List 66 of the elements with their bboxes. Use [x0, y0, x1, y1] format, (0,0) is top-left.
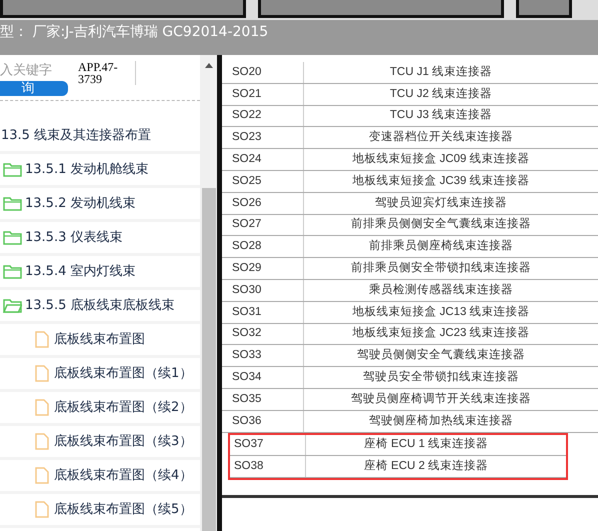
- search-value: APP.47-3739: [78, 61, 136, 85]
- table-cell-text: 前排乘员侧安全带锁扣线束连接器: [350, 260, 532, 276]
- table-cell-text: 乘员检测传感器线束连接器: [368, 282, 514, 298]
- table-cell-text: 驾驶员侧侧安全气囊线束连接器: [356, 348, 526, 364]
- table-cell-text: 地板线束短接盒 JC13 线束连接器: [351, 304, 531, 320]
- document-icon: [35, 467, 49, 484]
- tab-button[interactable]: [0, 0, 246, 18]
- table-cell: SO32: [222, 324, 304, 344]
- document-icon: [35, 501, 49, 518]
- document-icon: [35, 433, 49, 450]
- table-cell: SO24: [222, 149, 304, 170]
- table-cell: SO27: [222, 214, 304, 236]
- table-cell-text: 驾驶员迎宾灯线束连接器: [374, 195, 508, 211]
- scrollbar[interactable]: [200, 55, 217, 531]
- tab-button[interactable]: [258, 0, 504, 18]
- tree-item-label: 13.5.3 仪表线束: [25, 228, 122, 247]
- table-cell-text: 前排乘员侧侧安全气囊线束连接器: [350, 216, 532, 232]
- tree-item-label: 底板线束布置图（续5）: [54, 500, 192, 519]
- search-button[interactable]: 询: [0, 80, 68, 96]
- tree-item-label: 底板线束布置图（续4）: [54, 466, 192, 485]
- table-cell-text: 驾驶员侧座椅调节开关线束连接器: [350, 392, 532, 407]
- table-cell: SO33: [222, 345, 304, 366]
- table-cell: SO35: [222, 388, 304, 410]
- table-cell: SO25: [222, 170, 304, 192]
- header-title: 型： 厂家:J-吉利汽车博瑞 GC92014-2015: [0, 24, 268, 40]
- table-cell: SO37: [230, 434, 306, 456]
- table-cell: SO28: [222, 236, 304, 258]
- table-cell: SO22: [222, 106, 304, 126]
- table-cell: SO21: [222, 84, 304, 105]
- tab-button[interactable]: [516, 0, 572, 18]
- table-cell-text: 地板线束短接盒 JC39 线束连接器: [351, 174, 531, 189]
- table-cell-text: TCU J1 线束连接器: [388, 64, 494, 80]
- table-cell-text: 前排乘员侧座椅线束连接器: [368, 238, 514, 254]
- tree-item-label: 底板线束布置图: [54, 330, 145, 349]
- table-cell: SO34: [222, 367, 304, 388]
- table-cell-text: 地板线束短接盒 JC23 线束连接器: [351, 326, 531, 342]
- tree-item-label: 底板线束布置图（续3）: [54, 432, 192, 451]
- tree-item-label: 底板线束布置图（续1）: [54, 364, 192, 383]
- tree-item-label: 13.5.1 发动机舱线束: [25, 160, 148, 179]
- table-cell-text: TCU J2 线束连接器: [388, 86, 494, 102]
- document-icon: [35, 399, 49, 416]
- table-cell-text: 座椅 ECU 1 线束连接器: [362, 436, 490, 452]
- document-icon: [35, 331, 49, 348]
- table-cell: SO36: [222, 410, 304, 432]
- document-icon: [35, 365, 49, 382]
- tree-item-label: 13.5.4 室内灯线束: [25, 262, 136, 281]
- table-cell-text: 座椅 ECU 2 线束连接器: [362, 458, 490, 474]
- table-cell: SO23: [222, 127, 304, 148]
- tree-item-label: 13.5.5 底板线束底板线束: [25, 296, 174, 315]
- table-cell: SO26: [222, 192, 304, 214]
- table-cell: SO31: [222, 302, 304, 323]
- tree-item-label: 13.5 线束及其连接器布置: [1, 126, 152, 145]
- table-cell: SO30: [222, 280, 304, 301]
- tree-item-label: 底板线束布置图（续2）: [54, 398, 192, 417]
- table-cell-text: 变速器档位开关线束连接器: [368, 129, 514, 146]
- table-cell: SO20: [222, 62, 304, 83]
- table-cell: SO29: [222, 258, 304, 279]
- table-cell-text: TCU J3 线束连接器: [388, 108, 494, 124]
- tree-item-label: 13.5.2 发动机线束: [25, 194, 136, 213]
- keyword-input-field[interactable]: 入关键字: [0, 61, 68, 80]
- scroll-up-arrow-icon[interactable]: [204, 63, 212, 68]
- scrollbar-thumb[interactable]: [202, 188, 216, 531]
- table-cell-text: 驾驶员安全带锁扣线束连接器: [362, 370, 520, 385]
- table-cell-text: 地板线束短接盒 JC09 线束连接器: [351, 152, 531, 167]
- table-cell: SO38: [230, 456, 306, 478]
- table-cell-text: 驾驶侧座椅加热线束连接器: [368, 414, 514, 429]
